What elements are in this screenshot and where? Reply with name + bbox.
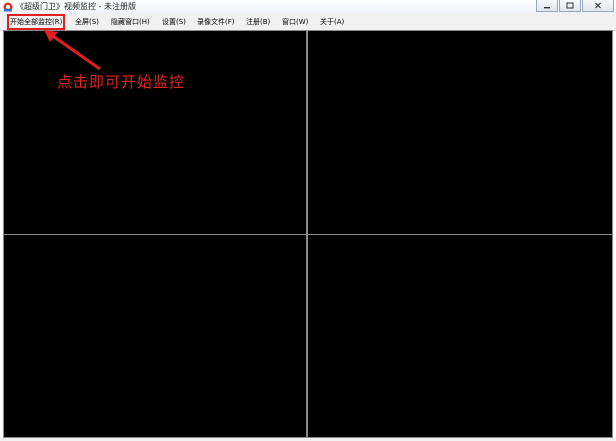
menu-window[interactable]: 窗口(W) [282,17,308,27]
title-bar: 《超级门卫》视频监控 - 未注册版 [0,0,616,14]
app-logo-icon [3,2,13,12]
maximize-icon [566,2,574,9]
annotation-text: 点击即可开始监控 [57,73,186,91]
close-icon [595,2,601,9]
menu-register[interactable]: 注册(B) [246,17,270,27]
window-controls [536,0,614,14]
minimize-button[interactable] [536,0,558,12]
menu-settings[interactable]: 设置(S) [162,17,186,27]
menu-start-all-monitoring[interactable]: 开始全部监控(R) [6,14,66,30]
video-pane-3[interactable] [3,234,307,438]
video-pane-2[interactable] [307,30,613,235]
close-button[interactable] [582,0,614,12]
menu-about[interactable]: 关于(A) [320,17,344,27]
window-title: 《超级门卫》视频监控 - 未注册版 [16,2,136,11]
menu-fullscreen[interactable]: 全屏(S) [75,17,99,27]
menu-recordings[interactable]: 录像文件(F) [197,17,235,27]
maximize-button[interactable] [559,0,581,12]
minimize-icon [544,6,550,8]
video-pane-4[interactable] [307,234,613,438]
menu-hide-window[interactable]: 隐藏窗口(H) [111,17,150,27]
